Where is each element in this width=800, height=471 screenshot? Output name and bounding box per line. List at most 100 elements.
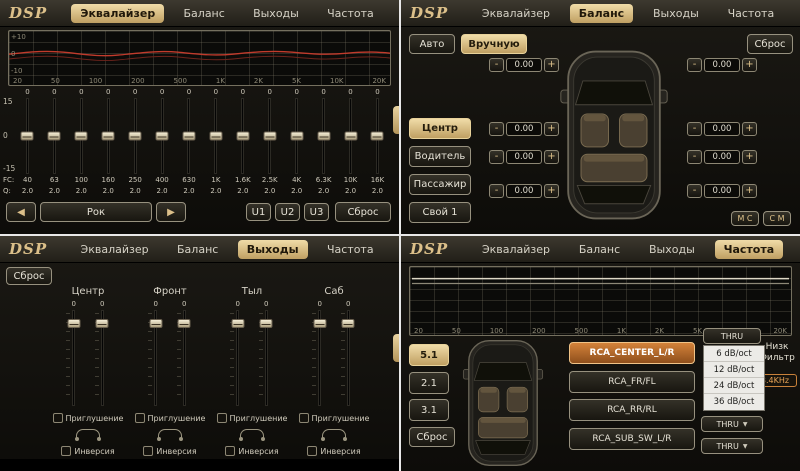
plus-button[interactable]: + [544,184,559,198]
tab-frequency[interactable]: Частота [318,240,383,259]
tab-outputs[interactable]: Выходы [640,240,704,259]
slider-handle[interactable] [96,319,109,328]
eq-band-slider[interactable] [161,98,164,174]
tab-equalizer[interactable]: Эквалайзер [71,4,164,23]
plus-button[interactable]: + [742,184,757,198]
slider-handle[interactable] [344,132,357,141]
output-slider[interactable] [183,310,186,406]
slider-handle[interactable] [75,132,88,141]
output-slider[interactable] [72,310,75,406]
minus-button[interactable]: - [489,122,504,136]
tab-balance[interactable]: Баланс [175,4,234,23]
thru-select-2[interactable]: THRU ▼ [701,438,763,454]
invert-toggle[interactable]: Инверсия [225,446,278,456]
preset-driver-button[interactable]: Водитель [409,146,471,167]
channel-rca-center-button[interactable]: RCA_CENTER_L/R [569,342,695,364]
eq-band-slider[interactable] [107,98,110,174]
slider-handle[interactable] [231,319,244,328]
output-slider[interactable] [318,310,321,406]
minus-button[interactable]: - [489,184,504,198]
eq-band-slider[interactable] [268,98,271,174]
eq-band-slider[interactable] [53,98,56,174]
channel-rca-rear-button[interactable]: RCA_RR/RL [569,399,695,421]
tab-outputs[interactable]: Выходы [238,240,308,259]
cm-button[interactable]: C M [763,211,791,226]
preset-select-button[interactable]: Рок [40,202,152,222]
plus-button[interactable]: + [742,150,757,164]
checkbox-icon[interactable] [225,446,235,456]
slider-handle[interactable] [290,132,303,141]
eq-band-slider[interactable] [295,98,298,174]
preset-prev-button[interactable]: ◀ [6,202,36,222]
eq-band-slider[interactable] [80,98,83,174]
minus-button[interactable]: - [687,122,702,136]
slope-dropdown[interactable]: THRU [703,328,761,344]
slider-handle[interactable] [260,319,273,328]
config-5-1-button[interactable]: 5.1 [409,344,449,366]
output-slider[interactable] [101,310,104,406]
tab-balance[interactable]: Баланс [168,240,227,259]
preset-passenger-button[interactable]: Пассажир [409,174,471,195]
tab-equalizer[interactable]: Эквалайзер [72,240,158,259]
preset-custom-button[interactable]: Свой 1 [409,202,471,223]
slider-handle[interactable] [67,319,80,328]
tab-balance[interactable]: Баланс [570,4,633,23]
minus-button[interactable]: - [687,150,702,164]
checkbox-icon[interactable] [135,413,145,423]
slider-handle[interactable] [48,132,61,141]
plus-button[interactable]: + [742,122,757,136]
mc-button[interactable]: M C [731,211,759,226]
checkbox-icon[interactable] [53,413,63,423]
link-channels-icon[interactable] [240,429,264,439]
slider-handle[interactable] [156,132,169,141]
eq-band-slider[interactable] [322,98,325,174]
plus-button[interactable]: + [544,58,559,72]
link-channels-icon[interactable] [322,429,346,439]
slider-handle[interactable] [236,132,249,141]
slider-handle[interactable] [182,132,195,141]
eq-band-slider[interactable] [134,98,137,174]
side-panel-handle[interactable] [393,106,399,134]
invert-toggle[interactable]: Инверсия [61,446,114,456]
tab-balance[interactable]: Баланс [570,240,629,259]
mute-toggle[interactable]: Приглушение [217,413,288,423]
checkbox-icon[interactable] [299,413,309,423]
minus-button[interactable]: - [489,58,504,72]
output-slider[interactable] [265,310,268,406]
slider-handle[interactable] [313,319,326,328]
mute-toggle[interactable]: Приглушение [135,413,206,423]
plus-button[interactable]: + [544,122,559,136]
invert-toggle[interactable]: Инверсия [143,446,196,456]
eq-band-slider[interactable] [214,98,217,174]
channel-rca-front-button[interactable]: RCA_FR/FL [569,371,695,393]
invert-toggle[interactable]: Инверсия [307,446,360,456]
tab-outputs[interactable]: Выходы [644,4,708,23]
manual-mode-button[interactable]: Вручную [461,34,527,54]
memory-u3-button[interactable]: U3 [304,203,329,221]
mute-toggle[interactable]: Приглушение [53,413,124,423]
outputs-reset-button[interactable]: Сброс [6,267,52,285]
link-channels-icon[interactable] [76,429,100,439]
slider-handle[interactable] [178,319,191,328]
auto-mode-button[interactable]: Авто [409,34,455,54]
slider-handle[interactable] [149,319,162,328]
tab-outputs[interactable]: Выходы [244,4,308,23]
output-slider[interactable] [154,310,157,406]
eq-band-slider[interactable] [241,98,244,174]
plus-button[interactable]: + [742,58,757,72]
minus-button[interactable]: - [687,184,702,198]
eq-band-slider[interactable] [26,98,29,174]
slope-option-36db[interactable]: 36 dB/oct [704,394,764,410]
minus-button[interactable]: - [489,150,504,164]
thru-select-1[interactable]: THRU ▼ [701,416,763,432]
slider-handle[interactable] [129,132,142,141]
balance-reset-button[interactable]: Сброс [747,34,793,54]
slider-handle[interactable] [371,132,384,141]
checkbox-icon[interactable] [217,413,227,423]
slope-option-6db[interactable]: 6 dB/oct [704,346,764,362]
slider-handle[interactable] [209,132,222,141]
slope-option-24db[interactable]: 24 dB/oct [704,378,764,394]
eq-band-slider[interactable] [187,98,190,174]
side-panel-handle[interactable] [393,334,399,362]
checkbox-icon[interactable] [143,446,153,456]
